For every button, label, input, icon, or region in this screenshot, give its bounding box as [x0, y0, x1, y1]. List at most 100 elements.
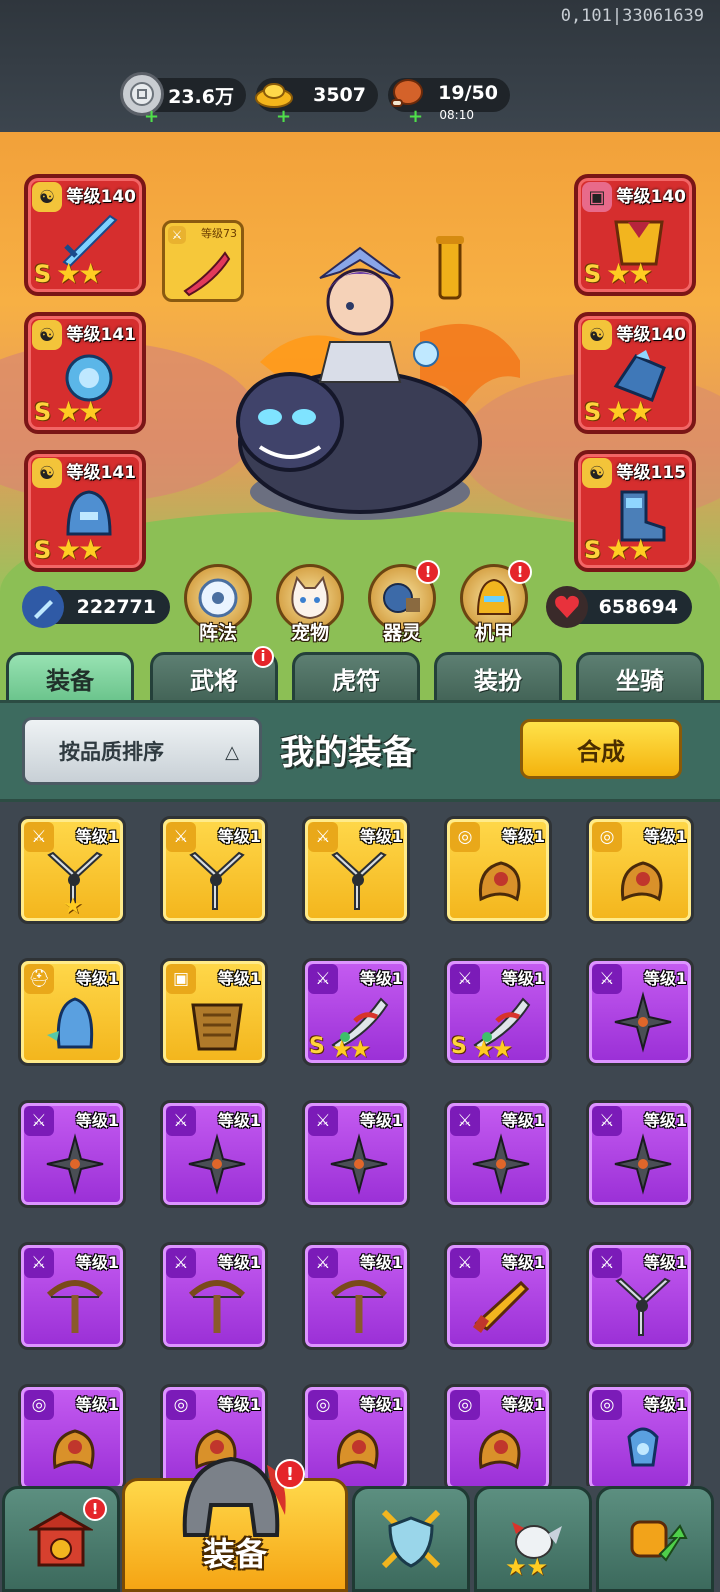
bronze-armor-icon [183, 991, 251, 1053]
helmet-type-icon: ⛑ [24, 964, 54, 994]
item-stars: ★★ [331, 1035, 371, 1063]
inventory-item[interactable]: ◎ 等级1 [586, 816, 694, 924]
inventory-item[interactable]: ⚔ 等级1 [586, 1100, 694, 1208]
slot-stars: ★★ [56, 533, 103, 566]
category-tabs: 装备 武将 i 虎符 装扮 坐骑 [0, 646, 720, 704]
tab-tiger-tally[interactable]: 虎符 [292, 652, 420, 704]
slot-stars: ★★ [606, 257, 653, 290]
item-level: 等级1 [75, 1253, 119, 1272]
item-level: 等级1 [217, 1111, 261, 1130]
inventory-item[interactable]: ⚔ 等级1 [444, 1242, 552, 1350]
tab-costume[interactable]: 装扮 [434, 652, 562, 704]
compose-button[interactable]: 合成 [520, 719, 682, 779]
item-level: 等级1 [643, 1395, 687, 1414]
tab-label: 武将 [190, 666, 238, 695]
inventory-item[interactable]: ⚔ 等级1 [302, 1100, 410, 1208]
inventory-item[interactable]: ◎ 等级1 [444, 816, 552, 924]
gate-icon [29, 1511, 93, 1567]
hero-slot-weapon[interactable]: ☯ 等级140 S ★★ [24, 174, 146, 296]
slot-level: 等级140 [616, 325, 687, 345]
stamina-plus-icon[interactable]: + [408, 106, 423, 127]
weapon-type-icon: ⚔ [592, 1106, 622, 1136]
slot-stars: ★★ [606, 533, 653, 566]
crossed-swords-shield-icon [381, 1509, 441, 1569]
item-level: 等级1 [359, 1111, 403, 1130]
top-bar: 0,101|33061639 + 23.6万 + 3507 + 19/50 08… [0, 0, 720, 132]
item-level: 等级1 [643, 1253, 687, 1272]
alert-badge: ! [416, 560, 440, 584]
nav-equipment[interactable]: 装备 ! [122, 1456, 348, 1592]
item-level: 等级1 [643, 1111, 687, 1130]
slot-grade: S [584, 536, 602, 564]
nav-battle[interactable] [352, 1486, 470, 1592]
item-level: 等级1 [75, 969, 119, 988]
sort-dropdown[interactable]: 按品质排序 △ [22, 717, 262, 785]
heart-icon [546, 586, 588, 628]
nav-stars: ★★ [505, 1553, 549, 1581]
weapon-type-icon: ⚔ [24, 1248, 54, 1278]
hero-slot-accessory[interactable]: ☯ 等级141 S ★★ [24, 312, 146, 434]
slot-stars: ★★ [56, 395, 103, 428]
gold-plus-icon[interactable]: + [276, 106, 291, 127]
tab-equipment[interactable]: 装备 [6, 652, 134, 704]
item-level: 等级1 [643, 969, 687, 988]
feature-pet[interactable]: 宠物 [274, 564, 346, 654]
tab-mount[interactable]: 坐骑 [576, 652, 704, 704]
medal-type-icon: ◎ [592, 1390, 622, 1420]
gold-resource[interactable]: + 3507 [255, 78, 378, 127]
nav-gate[interactable]: ! [2, 1486, 120, 1592]
weapon-type-icon: ⚔ [24, 1106, 54, 1136]
inventory-item[interactable]: ▣ 等级1 [160, 958, 268, 1066]
weapon-type-icon: ⚔ [592, 1248, 622, 1278]
inventory-item[interactable]: ⚔ 等级1 [18, 1242, 126, 1350]
attack-power-value: 222771 [76, 596, 156, 618]
hero-slot-armor[interactable]: ▣ 等级140 S ★★ [574, 174, 696, 296]
crossbow-icon [183, 1275, 251, 1337]
weapon-type-icon: ⚔ [166, 1106, 196, 1136]
feature-formation[interactable]: 阵法 [182, 564, 254, 654]
item-level: 等级1 [217, 1395, 261, 1414]
alert-badge: ! [508, 560, 532, 584]
inventory-item[interactable]: ⚔ 等级1 [18, 1100, 126, 1208]
weapon-type-icon: ⚔ [24, 822, 54, 852]
sort-label: 按品质排序 [59, 740, 164, 764]
slot-level: 等级140 [66, 187, 137, 207]
hero-slot-boots[interactable]: ☯ 等级115 S ★★ [574, 450, 696, 572]
item-level: 等级1 [501, 1111, 545, 1130]
inventory-item[interactable]: ⚔ 等级1 [586, 1242, 694, 1350]
debug-id: 0,101|33061639 [560, 6, 704, 26]
inventory-item[interactable]: ⚔ 等级1 [302, 816, 410, 924]
inventory-item[interactable]: ⚔ 等级1 [160, 816, 268, 924]
slot-level: 等级141 [66, 463, 137, 483]
silver-resource[interactable]: + 23.6万 [120, 72, 246, 127]
stamina-resource[interactable]: + 19/50 08:10 [388, 78, 510, 127]
page-title: 我的装备 [280, 733, 416, 773]
feature-mecha[interactable]: 机甲 ! [458, 560, 532, 654]
weapon-type-icon: ⚔ [166, 822, 196, 852]
hero-slot-gloves[interactable]: ☯ 等级140 S ★★ [574, 312, 696, 434]
inventory-item[interactable]: ⚔ 等级1 [586, 958, 694, 1066]
nav-upgrade[interactable] [596, 1486, 714, 1592]
bottom-nav: ! 装备 ! ★★ [0, 1456, 720, 1592]
feature-label: 宠物 [290, 622, 329, 644]
inventory-item[interactable]: ⚔ 等级1 ★ [18, 816, 126, 924]
item-level: 等级1 [217, 827, 261, 846]
slot-level: 等级140 [616, 187, 687, 207]
item-level: 等级1 [75, 1111, 119, 1130]
weapon-type-icon: ⚔ [308, 1106, 338, 1136]
silver-plus-icon[interactable]: + [144, 106, 159, 127]
inventory-item[interactable]: ⚔ 等级1 [444, 1100, 552, 1208]
inventory-item[interactable]: ⚔ 等级1 [160, 1100, 268, 1208]
hero-slot-helmet[interactable]: ☯ 等级141 S ★★ [24, 450, 146, 572]
health-power-value: 658694 [598, 596, 678, 618]
medal-type-icon: ◎ [450, 822, 480, 852]
inventory-item[interactable]: ⚔ 等级1 [302, 1242, 410, 1350]
shuriken-blade-icon [183, 849, 251, 911]
inventory-item[interactable]: ⛑ 等级1 [18, 958, 126, 1066]
inventory-item[interactable]: ⚔ 等级1 [160, 1242, 268, 1350]
inventory-item[interactable]: ⚔ 等级1 S ★★ [444, 958, 552, 1066]
feature-artifact-spirit[interactable]: 器灵 ! [366, 560, 440, 654]
slot-grade: S [584, 398, 602, 426]
nav-pet-shop[interactable]: ★★ [474, 1486, 592, 1592]
inventory-item[interactable]: ⚔ 等级1 S ★★ [302, 958, 410, 1066]
